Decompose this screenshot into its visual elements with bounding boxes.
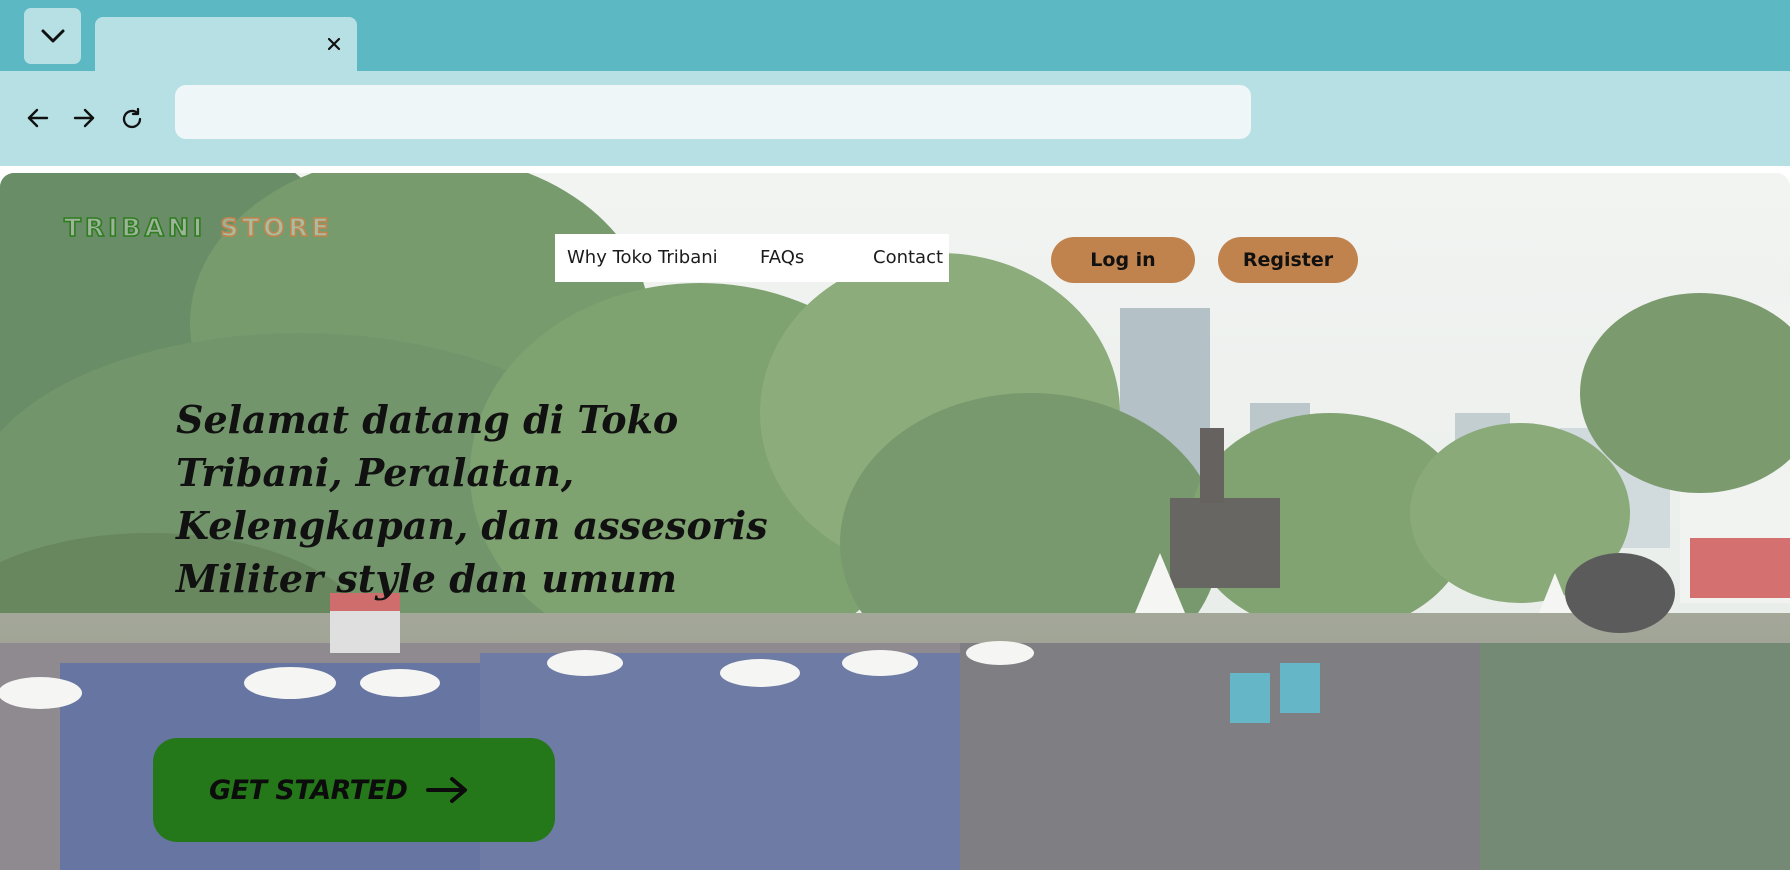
- main-nav: Why Toko Tribani FAQs Contact: [555, 234, 949, 282]
- browser-tab[interactable]: [95, 17, 357, 72]
- arrow-right-icon: [426, 777, 468, 803]
- reload-icon: [122, 107, 142, 129]
- login-button[interactable]: Log in: [1051, 237, 1195, 283]
- get-started-label: GET STARTED: [209, 774, 408, 806]
- nav-faqs[interactable]: FAQs: [760, 247, 804, 268]
- arrow-left-icon: [27, 108, 49, 128]
- tab-menu-button[interactable]: [24, 8, 81, 64]
- reload-button[interactable]: [118, 105, 146, 133]
- chevron-down-icon: [41, 29, 64, 43]
- logo-word-1: TRIBANI: [63, 212, 207, 243]
- hero-headline: Selamat datang di Toko Tribani, Peralata…: [176, 397, 768, 601]
- register-button[interactable]: Register: [1218, 237, 1358, 283]
- back-button[interactable]: [24, 104, 52, 132]
- nav-contact[interactable]: Contact: [873, 247, 943, 268]
- browser-toolbar: [0, 71, 1790, 166]
- page-viewport: TRIBANI STORE Why Toko Tribani FAQs Conta…: [0, 173, 1790, 870]
- forward-button[interactable]: [70, 104, 98, 132]
- close-icon[interactable]: [325, 35, 343, 53]
- logo-word-2: STORE: [219, 212, 333, 243]
- site-logo[interactable]: TRIBANI STORE: [63, 212, 333, 243]
- browser-tab-bar: [0, 0, 1790, 72]
- nav-why-toko-tribani[interactable]: Why Toko Tribani: [567, 247, 718, 268]
- get-started-button[interactable]: GET STARTED: [153, 738, 555, 842]
- arrow-right-icon: [73, 108, 95, 128]
- url-bar[interactable]: [175, 85, 1251, 139]
